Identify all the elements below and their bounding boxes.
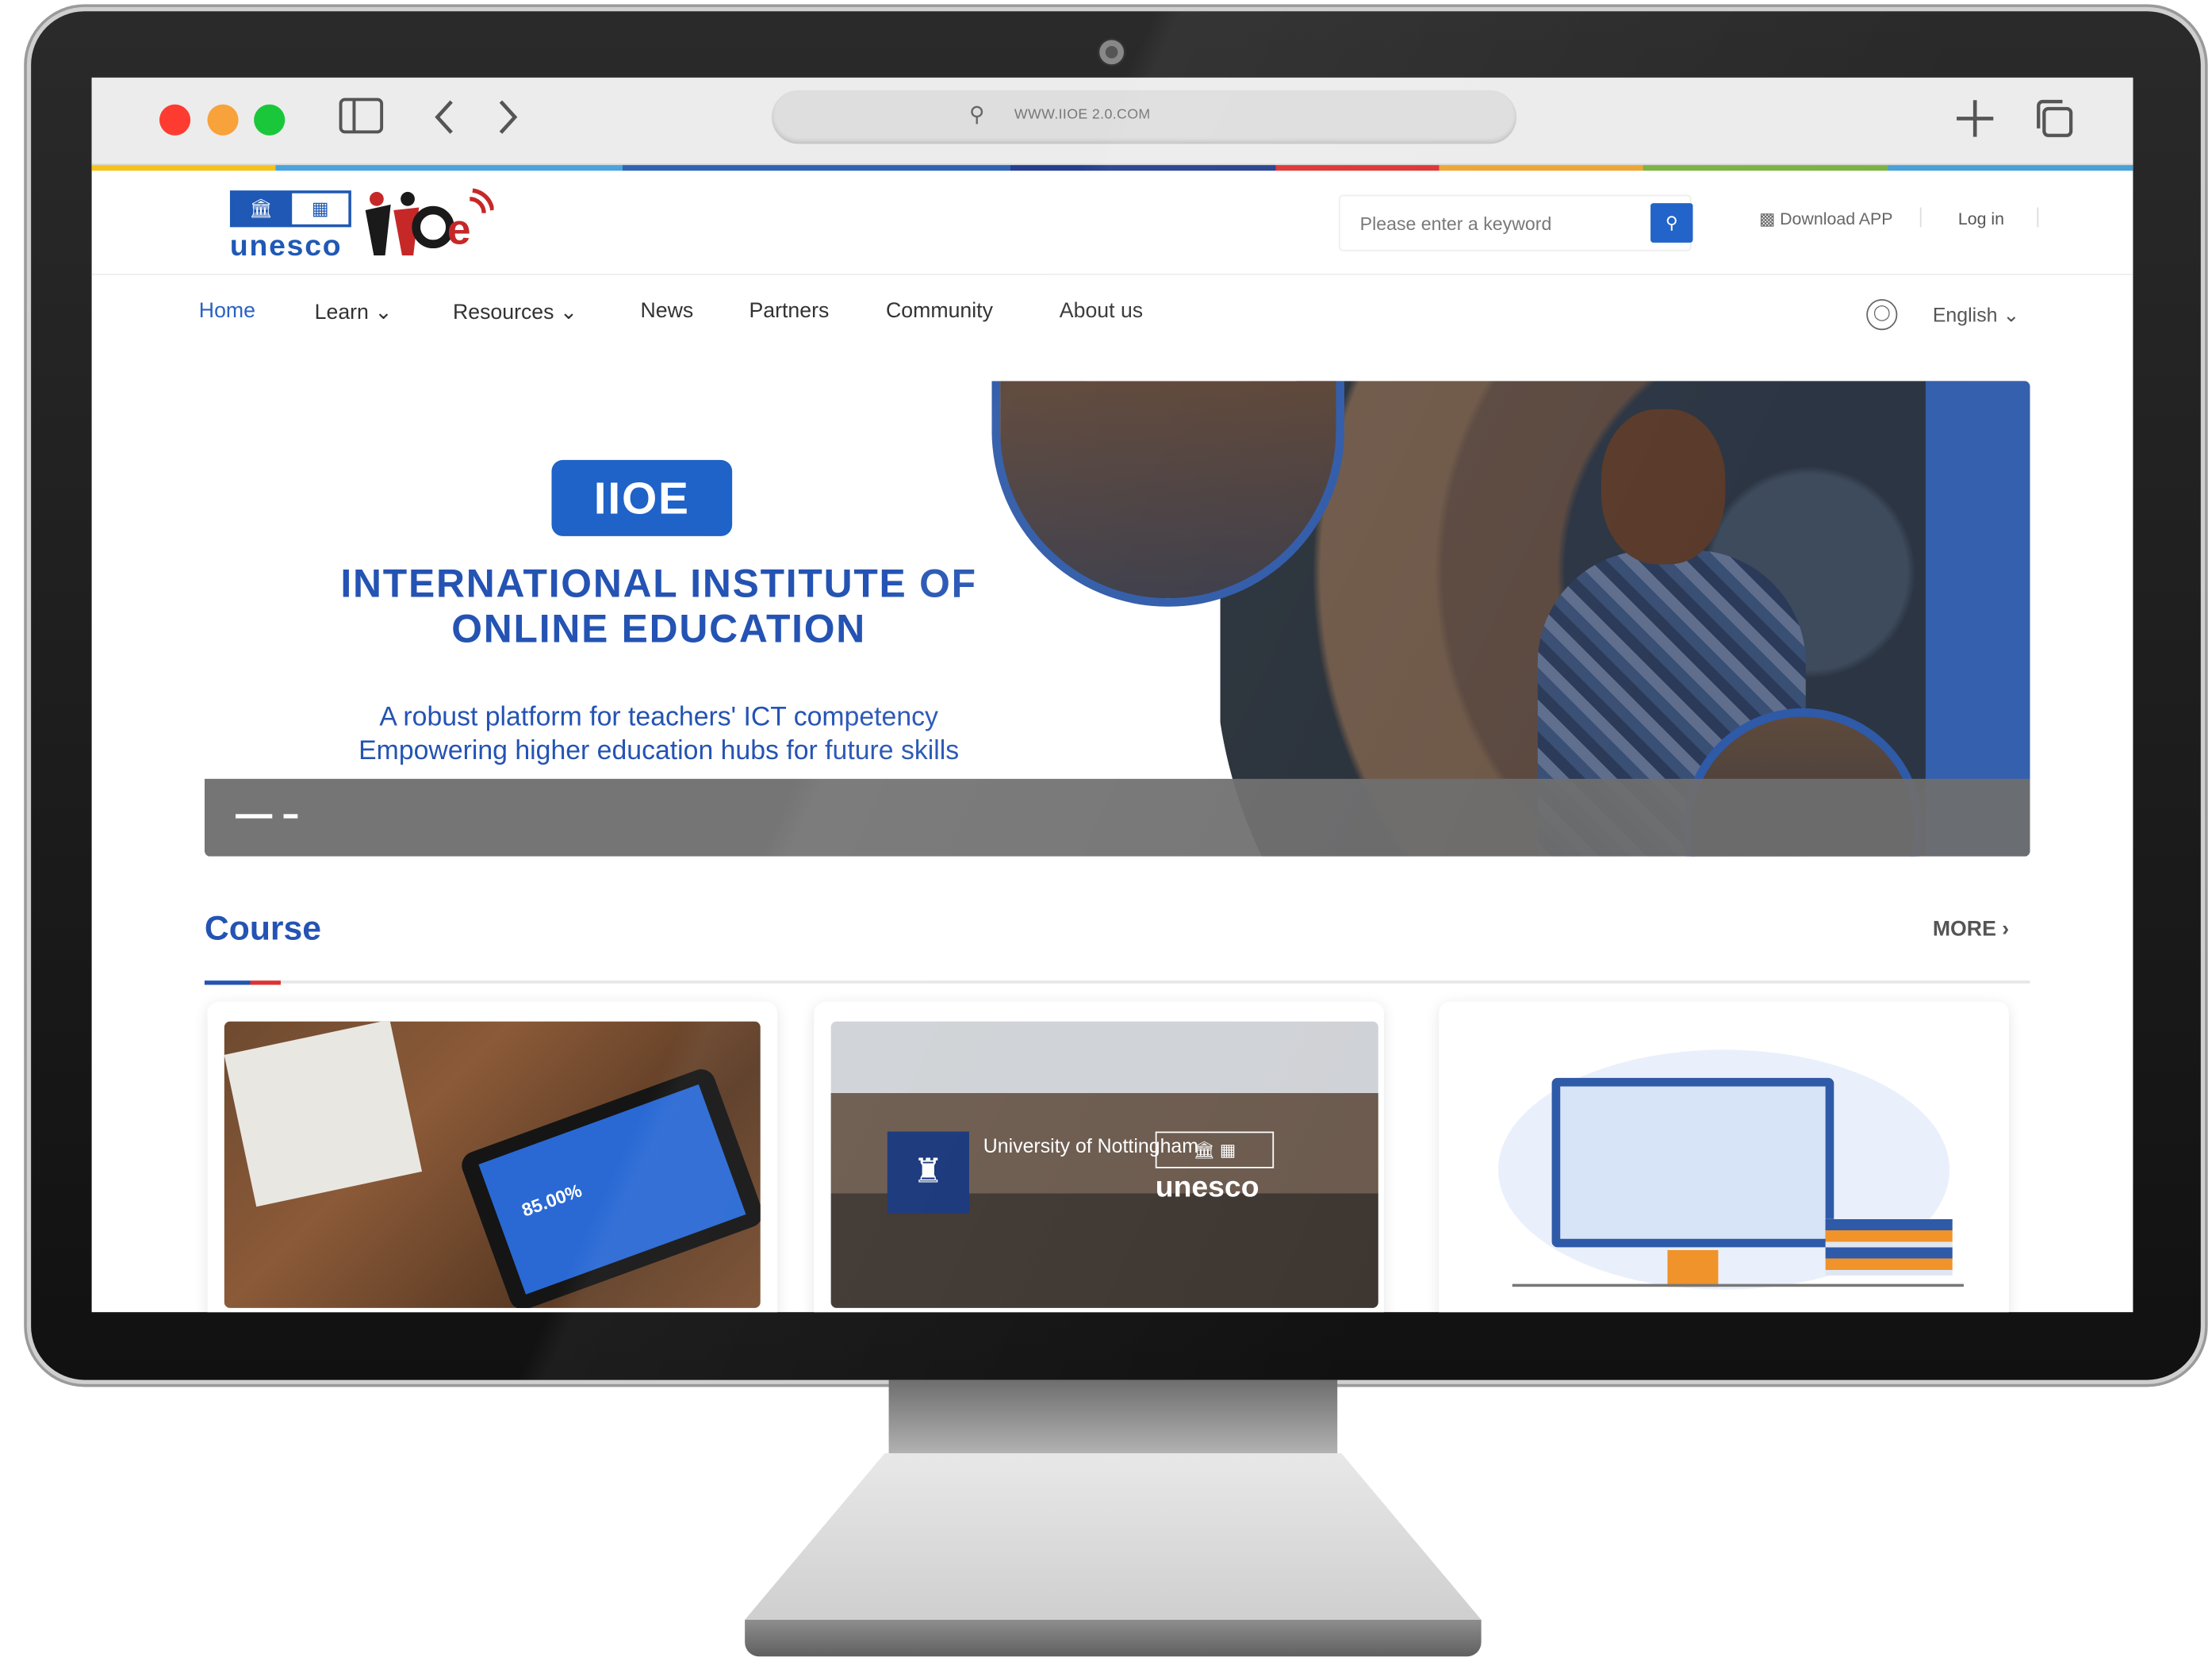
browser-toolbar: ⚲ WWW.IIOE 2.0.COM (91, 77, 2133, 166)
nav-resources[interactable]: Resources ⌄ (453, 299, 577, 324)
monitor-stand (745, 1453, 1482, 1620)
address-bar[interactable]: ⚲ WWW.IIOE 2.0.COM (771, 90, 1517, 144)
banner-title-line1: INTERNATIONAL INSTITUTE OF (340, 561, 977, 606)
search-icon: ⚲ (1665, 213, 1678, 233)
nav-learn-label: Learn (314, 300, 369, 325)
course-section-title: Course (204, 910, 321, 949)
unesco-logo-text: unesco (229, 229, 343, 263)
sidebar-icon[interactable] (339, 98, 384, 143)
unesco-emblem: 🏛 ▦ (229, 190, 351, 228)
banner-subtitle-line1: A robust platform for teachers' ICT comp… (379, 702, 938, 733)
chevron-right-icon[interactable] (495, 98, 520, 145)
banner-iioe-logo: IIOE (551, 459, 733, 536)
search-input[interactable] (1340, 196, 1644, 250)
nav-news[interactable]: News (641, 299, 694, 323)
chevron-down-icon: ⌄ (368, 300, 393, 325)
browser-window: ⚲ WWW.IIOE 2.0.COM 🏛 ▦ unesco e Please e… (91, 77, 2133, 1313)
svg-text:e: e (447, 207, 471, 254)
iioe-logo[interactable]: e (360, 185, 495, 264)
unesco-wordmark: unesco (1155, 1171, 1259, 1204)
unesco-logo[interactable]: 🏛 ▦ unesco (229, 190, 355, 263)
site-search (1338, 194, 1692, 251)
course-card[interactable] (1439, 1001, 2009, 1313)
nav-learn[interactable]: Learn ⌄ (315, 299, 393, 324)
nottingham-logo-icon: ♜ (887, 1131, 969, 1214)
download-app-link[interactable]: ▩ Download APP (1759, 209, 1893, 228)
language-selector[interactable]: English ⌄ (1933, 303, 2019, 327)
carousel-indicator[interactable] (283, 814, 298, 819)
qr-icon: ▩ (1759, 209, 1781, 229)
monitor-illustration (1551, 1077, 1834, 1248)
download-app-label: Download APP (1780, 209, 1893, 229)
banner-caption-bar (204, 778, 2030, 857)
hero-banner[interactable]: IIOE INTERNATIONAL INSTITUTE OF ONLINE E… (204, 381, 2030, 857)
monitor-stand-base (745, 1619, 1482, 1657)
nav-resources-label: Resources (452, 300, 554, 325)
nav-community[interactable]: Community (886, 299, 993, 323)
close-window-button[interactable] (159, 104, 191, 136)
course-card[interactable]: 85.00% (207, 1001, 778, 1313)
brand-color-strip (91, 165, 2133, 171)
books-illustration (1825, 1218, 1953, 1276)
banner-title-line2: ONLINE EDUCATION (451, 606, 867, 650)
minimize-window-button[interactable] (207, 104, 239, 136)
carousel-indicator-active[interactable] (236, 814, 273, 819)
monitor-neck (888, 1379, 1338, 1462)
course-card-image: 85.00% (224, 1021, 761, 1308)
banner-subtitle-line2: Empowering higher education hubs for fut… (358, 736, 960, 766)
plus-icon[interactable] (1953, 98, 1995, 148)
maximize-window-button[interactable] (254, 104, 286, 136)
notebook-illustration (224, 1021, 423, 1207)
nav-about-us[interactable]: About us (1060, 299, 1143, 323)
search-icon: ⚲ (968, 102, 985, 128)
course-card[interactable]: ♜ University of Nottingham 🏛 ▦ unesco (814, 1001, 1384, 1313)
chevron-down-icon: ⌄ (1997, 303, 2020, 326)
camera-icon (1097, 38, 1126, 67)
course-card-image: ♜ University of Nottingham 🏛 ▦ unesco (830, 1021, 1378, 1308)
globe-icon[interactable]: ◯ (1866, 299, 1898, 331)
course-divider-accent (204, 980, 281, 985)
nav-home[interactable]: Home (199, 299, 255, 323)
floor-line (1512, 1283, 1964, 1287)
page: ⚲ WWW.IIOE 2.0.COM 🏛 ▦ unesco e Please e… (0, 0, 2212, 1665)
more-label: MORE (1932, 917, 1996, 942)
chevron-down-icon: ⌄ (554, 300, 578, 325)
monitor-stand-illustration (1667, 1249, 1719, 1287)
nav-partners[interactable]: Partners (749, 299, 829, 323)
search-button[interactable]: ⚲ (1650, 203, 1693, 243)
header-divider (2037, 207, 2039, 228)
chevron-left-icon[interactable] (431, 98, 457, 145)
tabs-icon[interactable] (2033, 98, 2075, 148)
person-head (1601, 409, 1726, 565)
header-divider (1919, 207, 1922, 228)
unesco-emblem: 🏛 ▦ (1155, 1131, 1275, 1168)
course-divider (204, 980, 2030, 984)
login-link[interactable]: Log in (1958, 209, 2004, 228)
tablet-illustration: 85.00% (458, 1065, 761, 1308)
course-card-image (1455, 1021, 1992, 1308)
language-label: English (1932, 303, 1998, 326)
main-nav: Home Learn ⌄ Resources ⌄ News Partners C… (92, 282, 2133, 353)
address-url: WWW.IIOE 2.0.COM (1014, 107, 1151, 123)
course-more-link[interactable]: MORE › (1933, 917, 2009, 941)
chevron-right-icon: › (1995, 917, 2010, 942)
tablet-screen-text: 85.00% (478, 1084, 746, 1295)
